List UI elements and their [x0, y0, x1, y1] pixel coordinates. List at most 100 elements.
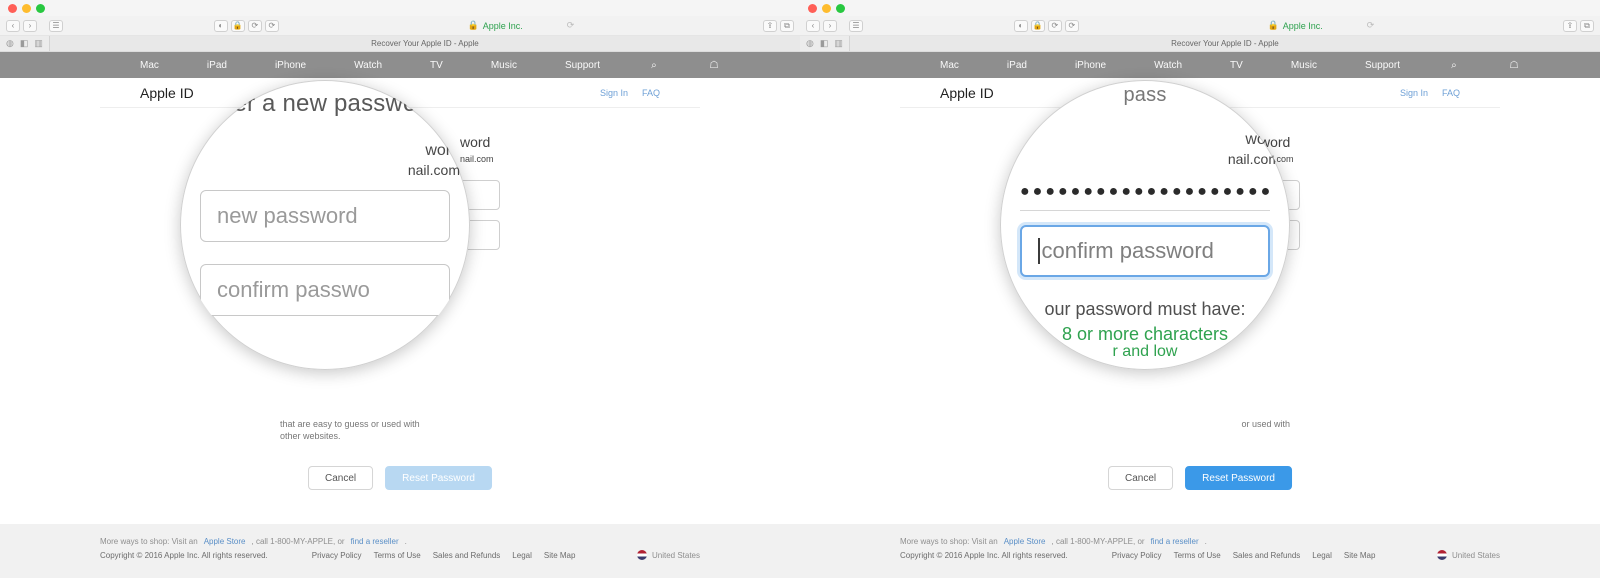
pinned-tab-icon[interactable]: ◧: [820, 38, 829, 49]
reset-password-button[interactable]: Reset Password: [1185, 466, 1292, 490]
reload-button[interactable]: ⟳: [248, 20, 262, 32]
reload-icon[interactable]: ⟳: [1367, 20, 1375, 31]
gnav-tv[interactable]: TV: [1230, 60, 1243, 71]
footer-link[interactable]: Privacy Policy: [1112, 551, 1162, 560]
forward-button[interactable]: ›: [823, 20, 837, 32]
gnav-iphone[interactable]: iPhone: [1075, 60, 1106, 71]
footer-link[interactable]: Privacy Policy: [312, 551, 362, 560]
zoom-window-button[interactable]: [36, 4, 45, 13]
apple-logo-icon[interactable]: [880, 59, 892, 71]
tabs-button[interactable]: ⧉: [780, 20, 794, 32]
reload2-button[interactable]: ⟳: [1065, 20, 1079, 32]
signin-link[interactable]: Sign In: [600, 88, 628, 98]
reader-button[interactable]: ◐: [1014, 20, 1028, 32]
gnav-music[interactable]: Music: [491, 60, 517, 71]
tab-active[interactable]: Recover Your Apple ID - Apple: [849, 36, 1600, 51]
address-host: Apple Inc.: [483, 21, 523, 31]
gnav-support[interactable]: Support: [1365, 60, 1400, 71]
minimize-window-button[interactable]: [822, 4, 831, 13]
find-reseller-link[interactable]: find a reseller: [351, 536, 399, 549]
copyright-text: Copyright © 2016 Apple Inc. All rights r…: [900, 551, 1068, 560]
footer-link[interactable]: Sales and Refunds: [1233, 551, 1301, 560]
sidebar-button[interactable]: ☰: [849, 20, 863, 32]
country-label: United States: [1452, 551, 1500, 560]
mag-email-fragment: nail.com: [408, 162, 470, 178]
pinned-tab-icon[interactable]: ▥: [834, 38, 843, 49]
mag-new-password-field[interactable]: new password: [200, 190, 450, 242]
search-icon[interactable]: ⌕: [1448, 59, 1460, 71]
faq-link[interactable]: FAQ: [1442, 88, 1460, 98]
global-nav: Mac iPad iPhone Watch TV Music Support ⌕…: [0, 52, 800, 78]
signin-link[interactable]: Sign In: [1400, 88, 1428, 98]
apple-logo-icon[interactable]: [80, 59, 92, 71]
pinned-tab-icon[interactable]: ◍: [806, 38, 814, 49]
footer-link[interactable]: Terms of Use: [374, 551, 421, 560]
pinned-tabs: ◍ ◧ ▥: [0, 36, 49, 51]
gnav-iphone[interactable]: iPhone: [275, 60, 306, 71]
placeholder-text: confirm passwo: [217, 277, 370, 303]
country-selector[interactable]: United States: [1437, 550, 1500, 560]
back-button[interactable]: ‹: [6, 20, 20, 32]
reload-button[interactable]: ⟳: [1048, 20, 1062, 32]
gnav-music[interactable]: Music: [1291, 60, 1317, 71]
find-reseller-link[interactable]: find a reseller: [1151, 536, 1199, 549]
footer-text: More ways to shop: Visit an: [100, 536, 198, 549]
faq-link[interactable]: FAQ: [642, 88, 660, 98]
close-window-button[interactable]: [808, 4, 817, 13]
address-bar[interactable]: 🔒 Apple Inc. ⟳: [1083, 20, 1559, 31]
gnav-watch[interactable]: Watch: [1154, 60, 1182, 71]
helper-text: or used with: [1241, 418, 1290, 430]
zoom-window-button[interactable]: [836, 4, 845, 13]
reader-button[interactable]: ◐: [214, 20, 228, 32]
share-button[interactable]: ⇪: [1563, 20, 1577, 32]
minimize-window-button[interactable]: [22, 4, 31, 13]
search-icon[interactable]: ⌕: [648, 59, 660, 71]
footer-link[interactable]: Terms of Use: [1174, 551, 1221, 560]
privacy-button[interactable]: 🔒: [231, 20, 245, 32]
apple-store-link[interactable]: Apple Store: [204, 536, 246, 549]
gnav-ipad[interactable]: iPad: [207, 60, 227, 71]
share-button[interactable]: ⇪: [763, 20, 777, 32]
sidebar-button[interactable]: ☰: [49, 20, 63, 32]
magnifier-overlay: pass word nail.com ●●●●●●●●●●●●●●●●●●●● …: [1000, 80, 1290, 370]
footer-link[interactable]: Sales and Refunds: [433, 551, 501, 560]
magnifier-overlay: er a new passwo word nail.com new passwo…: [180, 80, 470, 370]
gnav-mac[interactable]: Mac: [940, 60, 959, 71]
tabs-button[interactable]: ⧉: [1580, 20, 1594, 32]
mag-confirm-password-field[interactable]: confirm passwo: [200, 264, 450, 316]
gnav-watch[interactable]: Watch: [354, 60, 382, 71]
flag-icon: [637, 550, 647, 560]
bag-icon[interactable]: ☖: [1508, 59, 1520, 71]
footer-link[interactable]: Legal: [512, 551, 532, 560]
footer-link[interactable]: Site Map: [1344, 551, 1376, 560]
reset-password-button[interactable]: Reset Password: [385, 466, 492, 490]
gnav-tv[interactable]: TV: [430, 60, 443, 71]
mag-new-password-filled[interactable]: ●●●●●●●●●●●●●●●●●●●●: [1020, 173, 1270, 211]
tab-active[interactable]: Recover Your Apple ID - Apple: [49, 36, 800, 51]
close-window-button[interactable]: [8, 4, 17, 13]
footer-link[interactable]: Legal: [1312, 551, 1332, 560]
back-button[interactable]: ‹: [806, 20, 820, 32]
pinned-tab-icon[interactable]: ◧: [20, 38, 29, 49]
reload2-button[interactable]: ⟳: [265, 20, 279, 32]
window-titlebar: [800, 0, 1600, 16]
gnav-ipad[interactable]: iPad: [1007, 60, 1027, 71]
reload-icon[interactable]: ⟳: [567, 20, 575, 31]
pinned-tab-icon[interactable]: ▥: [34, 38, 43, 49]
mag-confirm-password-field[interactable]: confirm password: [1020, 225, 1270, 277]
apple-store-link[interactable]: Apple Store: [1004, 536, 1046, 549]
footer-link[interactable]: Site Map: [544, 551, 576, 560]
password-rule-ok: 8 or more characters: [1062, 324, 1228, 345]
privacy-button[interactable]: 🔒: [1031, 20, 1045, 32]
forward-button[interactable]: ›: [23, 20, 37, 32]
pinned-tab-icon[interactable]: ◍: [6, 38, 14, 49]
bag-icon[interactable]: ☖: [708, 59, 720, 71]
cancel-button[interactable]: Cancel: [1108, 466, 1173, 490]
address-bar[interactable]: 🔒 Apple Inc. ⟳: [283, 20, 759, 31]
cancel-button[interactable]: Cancel: [308, 466, 373, 490]
password-rules-heading: our password must have:: [1044, 299, 1245, 320]
gnav-support[interactable]: Support: [565, 60, 600, 71]
gnav-mac[interactable]: Mac: [140, 60, 159, 71]
lock-icon: 🔒: [468, 20, 479, 31]
country-selector[interactable]: United States: [637, 550, 700, 560]
